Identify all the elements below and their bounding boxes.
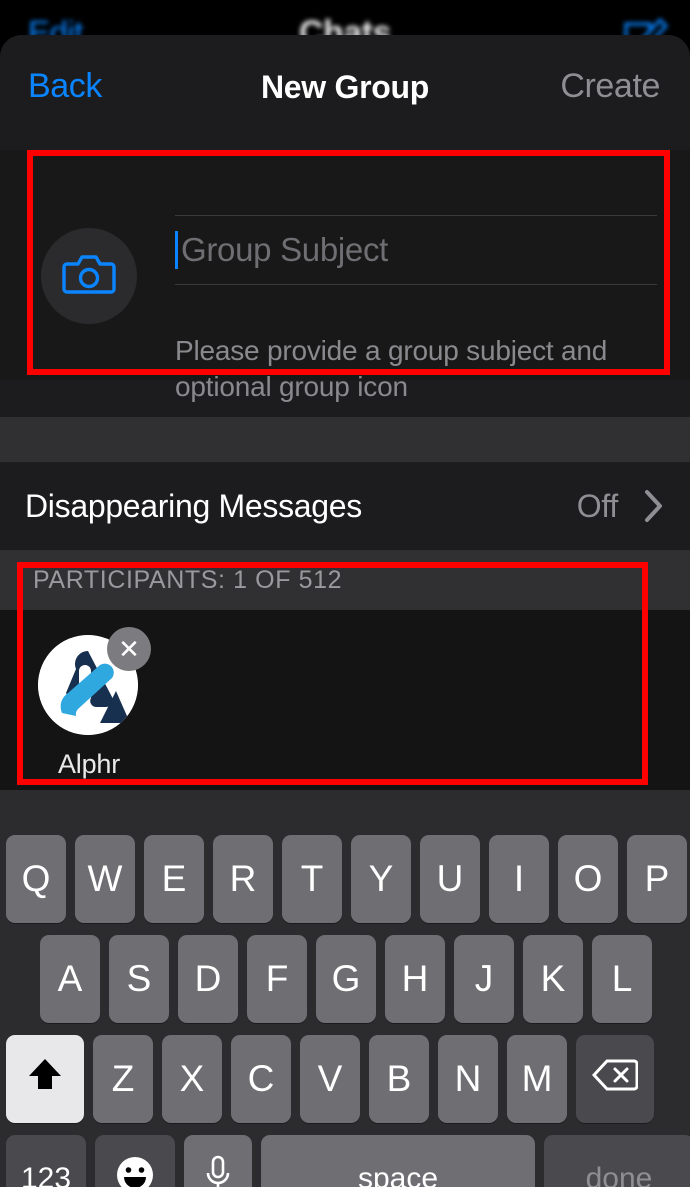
key-g[interactable]: G xyxy=(316,935,376,1023)
text-cursor xyxy=(175,231,178,269)
emoji-key[interactable] xyxy=(95,1135,175,1187)
group-subject-field[interactable]: Group Subject xyxy=(175,215,657,285)
group-icon-picker-button[interactable] xyxy=(41,228,137,324)
key-u[interactable]: U xyxy=(420,835,480,923)
key-w[interactable]: W xyxy=(75,835,135,923)
key-s[interactable]: S xyxy=(109,935,169,1023)
key-h[interactable]: H xyxy=(385,935,445,1023)
keyboard-row-3: Z X C V B N M xyxy=(6,1035,690,1123)
key-x[interactable]: X xyxy=(162,1035,222,1123)
key-d[interactable]: D xyxy=(178,935,238,1023)
screen: Edit Chats Back New Group Create Group S… xyxy=(0,0,690,1187)
key-o[interactable]: O xyxy=(558,835,618,923)
key-y[interactable]: Y xyxy=(351,835,411,923)
key-b[interactable]: B xyxy=(369,1035,429,1123)
key-t[interactable]: T xyxy=(282,835,342,923)
key-j[interactable]: J xyxy=(454,935,514,1023)
key-k[interactable]: K xyxy=(523,935,583,1023)
group-subject-input[interactable]: Group Subject xyxy=(175,216,657,284)
dictation-key[interactable] xyxy=(184,1135,252,1187)
shift-key[interactable] xyxy=(6,1035,84,1123)
disappearing-messages-value: Off xyxy=(576,487,619,524)
key-v[interactable]: V xyxy=(300,1035,360,1123)
key-p[interactable]: P xyxy=(627,835,687,923)
group-subject-placeholder: Group Subject xyxy=(181,231,389,268)
keyboard-row-2: A S D F G H J K L xyxy=(40,935,690,1023)
participants-header: PARTICIPANTS: 1 OF 512 xyxy=(0,550,690,610)
key-e[interactable]: E xyxy=(144,835,204,923)
emoji-smiley-icon xyxy=(114,1154,156,1187)
group-subject-hint: Please provide a group subject and optio… xyxy=(175,335,608,402)
keyboard-row-4: 123 space done xyxy=(6,1135,690,1187)
section-gap xyxy=(0,417,690,462)
create-button[interactable]: Create xyxy=(560,65,660,107)
key-n[interactable]: N xyxy=(438,1035,498,1123)
key-m[interactable]: M xyxy=(507,1035,567,1123)
disappearing-messages-row[interactable]: Disappearing Messages Off xyxy=(0,462,690,550)
participants-list: ✕ Alphr xyxy=(0,610,690,790)
key-q[interactable]: Q xyxy=(6,835,66,923)
chevron-right-icon xyxy=(644,489,664,528)
microphone-icon xyxy=(203,1154,233,1187)
group-subject-section: Group Subject Please provide a group sub… xyxy=(0,150,690,402)
participants-count-label: PARTICIPANTS: 1 OF 512 xyxy=(33,565,343,594)
close-icon: ✕ xyxy=(118,634,140,664)
shift-arrow-icon xyxy=(27,1055,63,1104)
remove-participant-button[interactable]: ✕ xyxy=(107,627,151,671)
camera-icon xyxy=(62,251,116,302)
key-z[interactable]: Z xyxy=(93,1035,153,1123)
key-i[interactable]: I xyxy=(489,835,549,923)
numbers-key[interactable]: 123 xyxy=(6,1135,86,1187)
backspace-key[interactable] xyxy=(576,1035,654,1123)
field-divider-bottom xyxy=(175,284,657,285)
new-group-sheet: Back New Group Create Group Subject Plea… xyxy=(0,35,690,1187)
keyboard-row-1: Q W E R T Y U I O P xyxy=(6,835,690,923)
on-screen-keyboard: Q W E R T Y U I O P A S D F G H J K L Z … xyxy=(0,790,690,1187)
done-key[interactable]: done xyxy=(544,1135,690,1187)
key-l[interactable]: L xyxy=(592,935,652,1023)
key-a[interactable]: A xyxy=(40,935,100,1023)
disappearing-messages-label: Disappearing Messages xyxy=(25,487,362,524)
key-c[interactable]: C xyxy=(231,1035,291,1123)
key-f[interactable]: F xyxy=(247,935,307,1023)
key-r[interactable]: R xyxy=(213,835,273,923)
navigation-bar: Back New Group Create xyxy=(0,35,690,135)
backspace-icon xyxy=(591,1058,639,1101)
space-key[interactable]: space xyxy=(261,1135,535,1187)
participant-chip[interactable]: ✕ Alphr xyxy=(38,627,151,780)
participant-name: Alphr xyxy=(58,749,121,779)
